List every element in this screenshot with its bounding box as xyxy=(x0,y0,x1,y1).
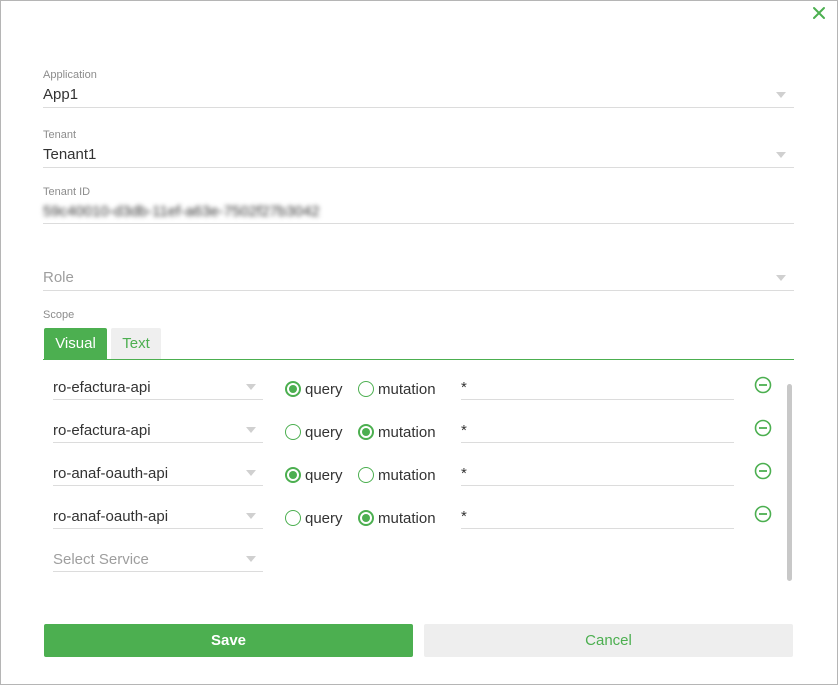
query-label: query xyxy=(305,467,343,484)
service-select[interactable]: ro-anaf-oauth-api xyxy=(53,498,263,529)
scope-tabs: Visual Text xyxy=(43,328,794,360)
field-input[interactable]: * xyxy=(461,412,734,443)
tab-visual[interactable]: Visual xyxy=(44,328,107,359)
scope-row: ro-efactura-api query mutation * xyxy=(43,412,795,444)
tenant-label: Tenant xyxy=(43,129,77,141)
field-input[interactable]: * xyxy=(461,498,734,529)
chevron-down-icon xyxy=(246,556,256,562)
chevron-down-icon xyxy=(246,384,256,390)
cancel-button[interactable]: Cancel xyxy=(424,624,793,657)
chevron-down-icon xyxy=(246,470,256,476)
application-value: App1 xyxy=(43,86,79,103)
query-label: query xyxy=(305,381,343,398)
chevron-down-icon xyxy=(776,275,786,281)
service-value: ro-efactura-api xyxy=(53,379,151,396)
tenant-id-label: Tenant ID xyxy=(43,186,91,198)
chevron-down-icon xyxy=(246,513,256,519)
service-select[interactable]: ro-efactura-api xyxy=(53,412,263,443)
chevron-down-icon xyxy=(776,152,786,158)
role-select[interactable]: Role xyxy=(43,267,794,291)
query-radio[interactable] xyxy=(285,467,301,483)
minus-circle-icon[interactable] xyxy=(754,462,772,480)
minus-circle-icon[interactable] xyxy=(754,376,772,394)
scope-row: ro-efactura-api query mutation * xyxy=(43,369,795,401)
service-value: ro-anaf-oauth-api xyxy=(53,508,169,525)
scope-list: ro-efactura-api query mutation * ro-efac… xyxy=(43,369,795,584)
chevron-down-icon xyxy=(246,427,256,433)
mutation-radio[interactable] xyxy=(358,510,374,526)
service-select[interactable]: ro-efactura-api xyxy=(53,369,263,400)
mutation-label: mutation xyxy=(378,424,436,441)
edit-access-dialog: Application App1 Tenant Tenant1 Tenant I… xyxy=(0,0,838,685)
mutation-radio[interactable] xyxy=(358,467,374,483)
tenant-select[interactable]: Tenant Tenant1 xyxy=(43,129,794,168)
scope-row-new: Select Service xyxy=(43,541,795,573)
minus-circle-icon[interactable] xyxy=(754,419,772,437)
service-value: ro-anaf-oauth-api xyxy=(53,465,169,482)
query-radio[interactable] xyxy=(285,381,301,397)
field-value: * xyxy=(461,465,467,482)
select-service-dropdown[interactable]: Select Service xyxy=(53,541,263,572)
field-value: * xyxy=(461,422,467,439)
service-select[interactable]: ro-anaf-oauth-api xyxy=(53,455,263,486)
query-label: query xyxy=(305,424,343,441)
mutation-label: mutation xyxy=(378,467,436,484)
role-placeholder: Role xyxy=(43,269,74,286)
mutation-label: mutation xyxy=(378,381,436,398)
application-select[interactable]: Application App1 xyxy=(43,69,794,108)
query-radio[interactable] xyxy=(285,510,301,526)
scope-row: ro-anaf-oauth-api query mutation * xyxy=(43,498,795,530)
field-input[interactable]: * xyxy=(461,369,734,400)
tenant-id-value: 59c40010-d3db-11ef-a63e-7502f27b3042 xyxy=(43,203,320,220)
tenant-id-field[interactable]: Tenant ID 59c40010-d3db-11ef-a63e-7502f2… xyxy=(43,186,794,224)
tenant-value: Tenant1 xyxy=(43,146,97,163)
field-value: * xyxy=(461,379,467,396)
scope-row: ro-anaf-oauth-api query mutation * xyxy=(43,455,795,487)
service-value: ro-efactura-api xyxy=(53,422,151,439)
scrollbar[interactable] xyxy=(787,384,792,581)
query-radio[interactable] xyxy=(285,424,301,440)
chevron-down-icon xyxy=(776,92,786,98)
minus-circle-icon[interactable] xyxy=(754,505,772,523)
tab-text[interactable]: Text xyxy=(111,328,161,359)
mutation-radio[interactable] xyxy=(358,424,374,440)
scope-label: Scope xyxy=(43,309,75,321)
query-label: query xyxy=(305,510,343,527)
close-icon[interactable] xyxy=(810,4,828,22)
mutation-radio[interactable] xyxy=(358,381,374,397)
field-value: * xyxy=(461,508,467,525)
save-button[interactable]: Save xyxy=(44,624,413,657)
mutation-label: mutation xyxy=(378,510,436,527)
field-input[interactable]: * xyxy=(461,455,734,486)
select-service-placeholder: Select Service xyxy=(53,551,149,568)
application-label: Application xyxy=(43,69,97,81)
